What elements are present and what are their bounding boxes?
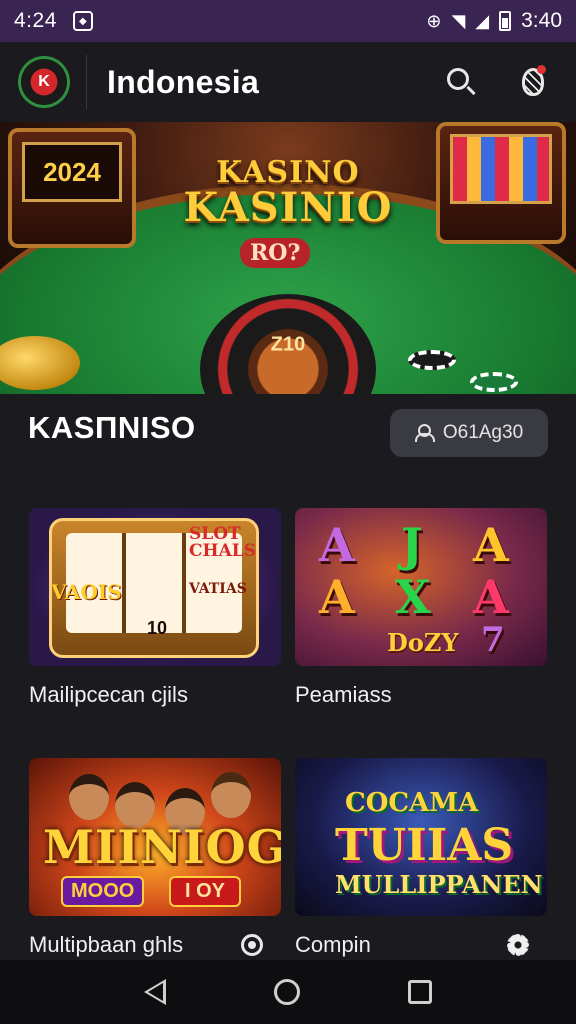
game-thumbnail[interactable]: COCAMA TUIIAS MULLIPPANEN [295, 758, 547, 916]
players-pill-button[interactable]: O61Ag30 [390, 409, 548, 457]
game-title-text: Multipbaan ghls [29, 932, 184, 957]
search-button[interactable] [444, 65, 478, 99]
wifi-icon: ◥ [451, 10, 466, 31]
battery-icon [499, 11, 512, 31]
table-label: RO? [240, 238, 311, 268]
radio-icon[interactable] [241, 934, 263, 956]
game-title: Compin [295, 932, 547, 958]
app-bar: K Indonesia [0, 42, 576, 122]
thumb-letter: J [401, 518, 423, 572]
home-icon[interactable] [274, 979, 300, 1005]
section-title: KASΠNISO [28, 410, 196, 445]
thumb-text: VAOIS [51, 580, 122, 604]
game-title-text: Peamiass [295, 682, 392, 707]
game-title: Mailipcecan cjils [29, 682, 281, 708]
game-card-3[interactable]: MIINIOG MOOO I OY Multipbaan ghls [29, 758, 281, 958]
page-title: Indonesia [107, 63, 260, 100]
thumb-letter: A [319, 518, 355, 572]
thumb-text: 10 [147, 618, 168, 638]
players-pill-label: O61Ag30 [442, 422, 524, 443]
thumb-letter: A [473, 518, 509, 572]
hero-banner[interactable]: 2024 KASINO KASINIO RO? Z10 [0, 122, 576, 394]
shield-icon: ◆ [72, 11, 93, 31]
system-nav-bar [0, 960, 576, 1024]
game-thumbnail[interactable]: A J A A X A 7 DoZY [295, 508, 547, 666]
person-face [211, 772, 251, 818]
signal-icon: ◢ [475, 10, 490, 31]
game-thumbnail[interactable]: VAOIS SLOT CHALS VATIAS 10 [29, 508, 281, 666]
app-logo[interactable]: K [18, 56, 70, 108]
thumb-text: COCAMA [345, 788, 479, 818]
thumb-letter: A [319, 570, 355, 624]
thumb-text: SLOT CHALS [189, 524, 257, 561]
vpn-icon: ⊕ [426, 10, 442, 31]
appbar-actions [444, 65, 550, 99]
game-title: Multipbaan ghls [29, 932, 281, 958]
person-face [69, 774, 109, 820]
gear-icon[interactable] [507, 934, 529, 956]
wheel-hub-text: Z10 [270, 333, 306, 356]
game-title: Peamiass [295, 682, 547, 708]
hero-brand: KASINO KASINIO [0, 158, 576, 228]
thumb-letter: 7 [481, 620, 505, 660]
game-card-4[interactable]: COCAMA TUIIAS MULLIPPANEN Compin [295, 758, 547, 958]
thumb-text: DoZY [387, 628, 459, 657]
thumb-text: MIINIOG [43, 820, 281, 874]
user-icon [414, 424, 435, 442]
game-card-1[interactable]: VAOIS SLOT CHALS VATIAS 10 Mailipcecan c… [29, 508, 281, 708]
notifications-button[interactable] [516, 65, 550, 99]
thumb-text: VATIAS [189, 581, 247, 597]
back-icon[interactable] [144, 979, 166, 1005]
thumb-letter: X [395, 570, 431, 624]
thumb-letter: A [473, 570, 509, 624]
status-bar: 4:24 ◆ ⊕ ◥ ◢ 3:40 [0, 0, 576, 42]
thumb-text: MULLIPPANEN [335, 870, 543, 899]
status-icons: ⊕ ◥ ◢ 3:40 [426, 9, 562, 33]
search-icon [447, 68, 469, 90]
thumb-text: TUIIAS [335, 820, 514, 871]
logo-letter: K [38, 73, 50, 90]
chip-green [470, 372, 518, 392]
status-time-right: 3:40 [521, 9, 562, 32]
game-thumbnail[interactable]: MIINIOG MOOO I OY [29, 758, 281, 916]
game-card-2[interactable]: A J A A X A 7 DoZY Peamiass [295, 508, 547, 708]
thumb-text: I OY [169, 876, 242, 907]
thumb-text: MOOO [61, 876, 145, 907]
game-title-text: Compin [295, 932, 371, 957]
appbar-divider [86, 55, 87, 109]
recents-icon[interactable] [408, 980, 432, 1004]
hero-brand-line2: KASINIO [183, 184, 393, 231]
notification-dot [537, 65, 546, 74]
chip-black [408, 350, 456, 370]
game-title-text: Mailipcecan cjils [29, 682, 188, 707]
status-time: 4:24 [14, 9, 57, 32]
